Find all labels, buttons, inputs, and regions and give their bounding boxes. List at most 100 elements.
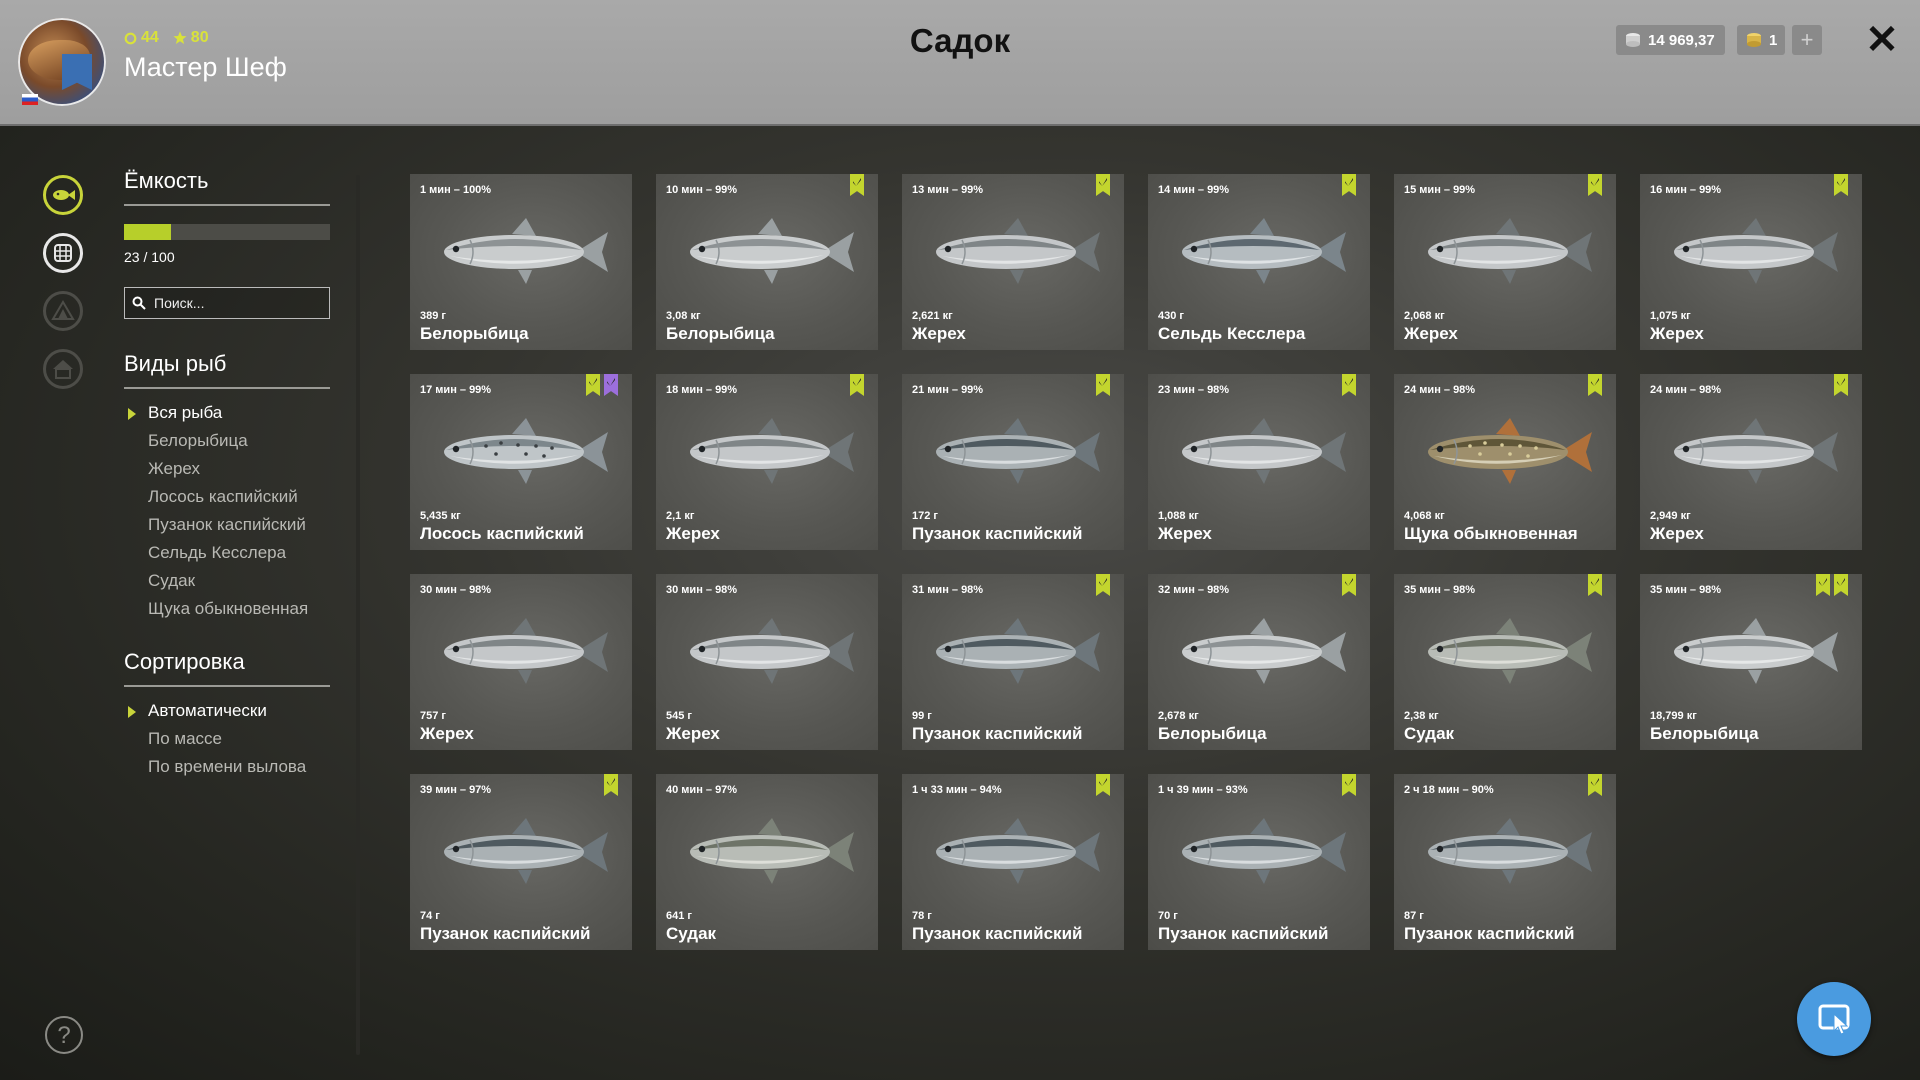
whitefish-fish-icon [444,218,608,284]
catch-card[interactable]: 17 мин – 99% 5,435 кг Лосось каспийский [410,374,632,550]
catch-weight: 545 г [666,710,692,722]
catch-species-name: Пузанок каспийский [420,924,591,943]
check-mark-icon [607,778,615,786]
species-item[interactable]: Пузанок каспийский [124,511,330,539]
species-item[interactable]: Белорыбица [124,427,330,455]
catch-card[interactable]: 30 мин – 98% 545 г Жерех [656,574,878,750]
catch-card[interactable]: 35 мин – 98% 2,38 кг Судак [1394,574,1616,750]
catch-time: 24 мин – 98% [1650,384,1722,396]
catch-species-name: Жерех [666,524,720,543]
catch-time: 1 ч 33 мин – 94% [912,784,1002,796]
bookmark-icon [1588,574,1602,596]
bookmark-icon [1834,174,1848,196]
bookmark-tags [1096,374,1110,396]
catch-species-name: Жерех [420,724,474,743]
sort-item[interactable]: По времени вылова [124,753,330,781]
catch-time: 18 мин – 99% [666,384,738,396]
species-item[interactable]: Сельдь Кесслера [124,539,330,567]
buy-gold-button[interactable]: + [1792,25,1822,55]
catch-card[interactable]: 31 мин – 98% 99 г Пузанок каспийский [902,574,1124,750]
catch-card[interactable]: 1 ч 33 мин – 94% 78 г Пузанок каспийский [902,774,1124,950]
check-mark-icon [1345,178,1353,186]
bookmark-tags [1834,174,1848,196]
search-input[interactable] [152,294,316,312]
keepnet-icon[interactable] [43,233,83,273]
catch-weight: 74 г [420,910,440,922]
catch-card[interactable]: 24 мин – 98% 4,068 кг Щука обыкновенная [1394,374,1616,550]
help-button[interactable]: ? [45,1016,83,1054]
catch-card[interactable]: 30 мин – 98% 757 г Жерех [410,574,632,750]
top-bar: 44 80 Мастер Шеф Садок 14 969,37 1 + ✕ [0,0,1920,126]
bookmark-icon [1342,174,1356,196]
catch-time: 24 мин – 98% [1404,384,1476,396]
search-box[interactable] [124,287,330,319]
sort-label: По массе [148,729,222,748]
asp-fish-icon [690,618,854,684]
catch-species-name: Пузанок каспийский [1404,924,1575,943]
species-item[interactable]: Вся рыба [124,399,330,427]
catch-weight: 18,799 кг [1650,710,1697,722]
home-icon[interactable] [43,349,83,389]
catch-time: 17 мин – 99% [420,384,492,396]
bookmark-icon [1834,374,1848,396]
catch-card[interactable]: 39 мин – 97% 74 г Пузанок каспийский [410,774,632,950]
check-mark-icon [1099,578,1107,586]
catch-weight: 3,08 кг [666,310,701,322]
catch-time: 14 мин – 99% [1158,184,1230,196]
camp-icon[interactable] [43,291,83,331]
catch-card[interactable]: 13 мин – 99% 2,621 кг Жерех [902,174,1124,350]
bookmark-icon [850,374,864,396]
capacity-text: 23 / 100 [124,249,175,265]
catch-card[interactable]: 35 мин – 98% 18,799 кг Белорыбица [1640,574,1862,750]
species-item[interactable]: Судак [124,567,330,595]
bookmark-icon [1096,774,1110,796]
selected-arrow-icon [128,706,136,718]
species-item[interactable]: Жерех [124,455,330,483]
catch-card[interactable]: 40 мин – 97% 641 г Судак [656,774,878,950]
catch-card[interactable]: 15 мин – 99% 2,068 кг Жерех [1394,174,1616,350]
catch-weight: 2,068 кг [1404,310,1445,322]
catch-card[interactable]: 10 мин – 99% 3,08 кг Белорыбица [656,174,878,350]
catch-time: 30 мин – 98% [420,584,492,596]
catch-card[interactable]: 14 мин – 99% 430 г Сельдь Кесслера [1148,174,1370,350]
asp-fish-icon [1674,418,1838,484]
catch-species-name: Жерех [1158,524,1212,543]
species-item[interactable]: Лосось каспийский [124,483,330,511]
catch-time: 1 ч 39 мин – 93% [1158,784,1248,796]
catch-species-name: Белорыбица [666,324,775,343]
catch-species-name: Пузанок каспийский [912,524,1083,543]
catch-card[interactable]: 2 ч 18 мин – 90% 87 г Пузанок каспийский [1394,774,1616,950]
catch-time: 31 мин – 98% [912,584,984,596]
catch-species-name: Пузанок каспийский [912,724,1083,743]
close-button[interactable]: ✕ [1864,20,1900,60]
catch-species-name: Пузанок каспийский [1158,924,1329,943]
catch-time: 15 мин – 99% [1404,184,1476,196]
catch-card[interactable]: 1 ч 39 мин – 93% 70 г Пузанок каспийский [1148,774,1370,950]
bookmark-icon [1342,574,1356,596]
catch-card[interactable]: 23 мин – 98% 1,088 кг Жерех [1148,374,1370,550]
species-item[interactable]: Щука обыкновенная [124,595,330,623]
catch-weight: 1,088 кг [1158,510,1199,522]
catch-card[interactable]: 24 мин – 98% 2,949 кг Жерех [1640,374,1862,550]
gold-amount: 1 [1769,31,1778,49]
bookmark-icon [1342,774,1356,796]
catch-weight: 1,075 кг [1650,310,1691,322]
catch-card[interactable]: 21 мин – 99% 172 г Пузанок каспийский [902,374,1124,550]
fish-icon[interactable] [43,175,83,215]
trophy-bookmark-icon [1834,574,1848,596]
bookmark-tags [1096,774,1110,796]
catch-species-name: Белорыбица [1650,724,1759,743]
bookmark-icon [1588,774,1602,796]
cursor-mode-button[interactable] [1797,982,1871,1056]
catch-card[interactable]: 18 мин – 99% 2,1 кг Жерех [656,374,878,550]
catch-card[interactable]: 32 мин – 98% 2,678 кг Белорыбица [1148,574,1370,750]
check-mark-icon [853,378,861,386]
check-mark-icon [1345,778,1353,786]
check-mark-icon [1591,778,1599,786]
sort-item[interactable]: По массе [124,725,330,753]
catch-card[interactable]: 1 мин – 100% 389 г Белорыбица [410,174,632,350]
catch-card[interactable]: 16 мин – 99% 1,075 кг Жерех [1640,174,1862,350]
zander-fish-icon [1428,618,1592,684]
catch-weight: 5,435 кг [420,510,461,522]
sort-item[interactable]: Автоматически [124,697,330,725]
